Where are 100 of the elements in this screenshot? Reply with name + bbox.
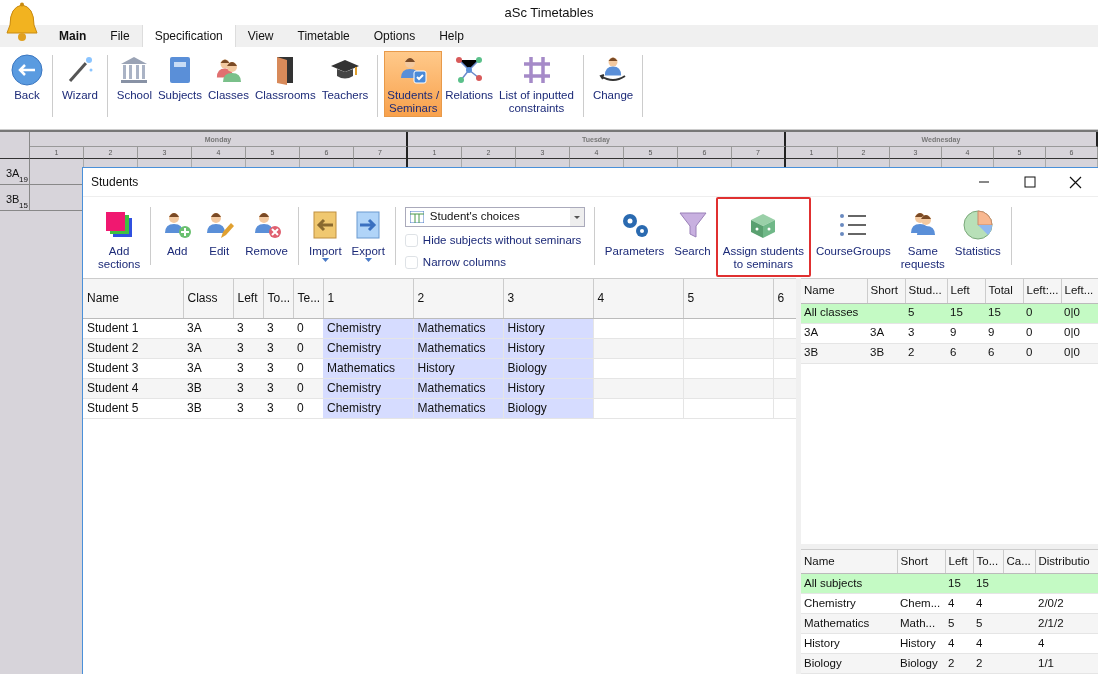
column-header[interactable]: Short [867, 279, 905, 303]
table-cell: 6 [947, 343, 985, 363]
caret-icon [569, 208, 584, 226]
ribbon-button[interactable]: Classrooms [251, 51, 319, 117]
ribbon-button[interactable]: Subjects [154, 51, 206, 117]
toolbar-button[interactable]: Same requests [895, 207, 950, 275]
toolbar-button[interactable]: Export [346, 207, 390, 275]
column-header[interactable]: 2 [413, 279, 503, 318]
column-header[interactable]: Left [947, 279, 985, 303]
table-icon [409, 211, 424, 223]
column-header[interactable]: Stud... [905, 279, 947, 303]
checkbox[interactable] [404, 234, 418, 248]
table-cell: 3 [233, 378, 263, 398]
ribbon-button[interactable]: Relations [442, 51, 497, 117]
table-cell: 3A [183, 338, 233, 358]
table-cell: 2 [945, 653, 973, 674]
column-header[interactable]: To... [263, 279, 293, 318]
column-header[interactable]: Name [83, 279, 183, 318]
table-cell: 3 [263, 378, 293, 398]
checkbox-label: Hide subjects without seminars [422, 233, 582, 248]
table-cell: 3 [263, 338, 293, 358]
table-cell: Mathematics [323, 358, 413, 378]
table-cell: Student 4 [83, 378, 183, 398]
column-header[interactable]: Left... [1061, 279, 1098, 303]
column-header[interactable]: Left [945, 549, 973, 574]
column-header[interactable]: Name [801, 549, 897, 574]
column-header[interactable]: Ca... [1003, 549, 1035, 574]
ribbon-button[interactable]: Change [589, 51, 637, 117]
column-header[interactable]: Name [801, 279, 867, 303]
table-cell: 9 [947, 323, 985, 343]
lesson-count: 15 [19, 201, 28, 210]
column-header[interactable]: Left:... [1023, 279, 1061, 303]
checkbox[interactable] [404, 256, 418, 270]
table-cell: 0 [1023, 303, 1061, 323]
column-header[interactable]: 4 [593, 279, 683, 318]
ribbon-button[interactable]: Students / Seminars [384, 51, 443, 117]
column-header[interactable]: Te... [293, 279, 323, 318]
table-cell: 3 [263, 358, 293, 378]
table-cell: 3 [233, 318, 263, 338]
funnel-icon [676, 209, 709, 241]
column-header[interactable]: 5 [683, 279, 773, 318]
table-cell: History [801, 633, 897, 654]
table-cell: 3 [263, 398, 293, 418]
ribbon-button[interactable]: Classes [205, 51, 252, 117]
ribbon-button[interactable]: Wizard [59, 51, 101, 117]
table-cell: Chemistry [323, 338, 413, 358]
toolbar-button[interactable]: Edit [198, 207, 241, 275]
back-icon [11, 54, 43, 86]
column-header[interactable]: Class [183, 279, 233, 318]
column-header[interactable]: Short [897, 549, 945, 574]
column-header[interactable]: 1 [323, 279, 413, 318]
table-cell: 4 [973, 593, 1003, 614]
table-cell: 4 [945, 593, 973, 614]
maximize-icon [1022, 175, 1036, 189]
table-cell: 3A [183, 358, 233, 378]
toolbar-button[interactable]: Remove [240, 207, 293, 275]
menu-tab[interactable]: View [235, 25, 286, 47]
table-cell: Chemistry [323, 318, 413, 338]
table-cell: Chemistry [801, 593, 897, 614]
table-cell: 9 [985, 323, 1023, 343]
toolbar-button[interactable]: Assign students to seminars [715, 197, 811, 277]
ribbon-button[interactable]: School [113, 51, 155, 117]
column-header[interactable]: 3 [503, 279, 593, 318]
menu-tab[interactable]: Help [427, 25, 476, 47]
toolbar-button[interactable]: Add [156, 207, 199, 275]
ribbon-button[interactable]: Teachers [318, 51, 372, 117]
column-header[interactable]: 6 [773, 279, 796, 318]
menu-tab[interactable]: Timetable [285, 25, 362, 47]
table-cell: 3A [183, 318, 233, 338]
toolbar-button[interactable]: Parameters [599, 207, 670, 275]
column-header[interactable]: To... [973, 549, 1003, 574]
toolbar-button[interactable]: Add sections [93, 207, 146, 275]
class-label: 3A [6, 167, 20, 179]
column-header[interactable]: Distributio [1035, 549, 1098, 574]
toolbar-button[interactable]: CourseGroups [810, 207, 896, 275]
view-dropdown[interactable]: Student's choices [404, 207, 585, 227]
table-cell: 0 [1023, 343, 1061, 363]
table-cell: Biology [801, 653, 897, 674]
column-header[interactable]: Total [985, 279, 1023, 303]
table-cell: Math... [897, 613, 945, 634]
toolbar-button[interactable]: Statistics [949, 207, 1006, 275]
menu-tab[interactable]: Specification [141, 25, 236, 47]
toolbar-button[interactable]: Search [669, 207, 716, 275]
table-cell: 15 [973, 573, 1003, 594]
table-cell: All classes [801, 303, 867, 323]
table-cell: 2 [905, 343, 947, 363]
table-cell: 2 [973, 653, 1003, 674]
menu-tab[interactable]: Options [361, 25, 428, 47]
column-header[interactable]: Left [233, 279, 263, 318]
toolbar-button[interactable]: Import [304, 207, 347, 275]
menu-tab[interactable]: File [98, 25, 142, 47]
close-icon [1068, 175, 1082, 189]
table-cell: Student 5 [83, 398, 183, 418]
ribbon-button[interactable]: Back [8, 51, 46, 117]
table-cell: Chem... [897, 593, 945, 614]
table-cell: 3B [183, 378, 233, 398]
table-cell: 3 [233, 338, 263, 358]
menu-tab[interactable]: Main [47, 25, 99, 47]
ribbon-button[interactable]: List of inputted constraints [496, 51, 577, 117]
table-cell: Student 2 [83, 338, 183, 358]
